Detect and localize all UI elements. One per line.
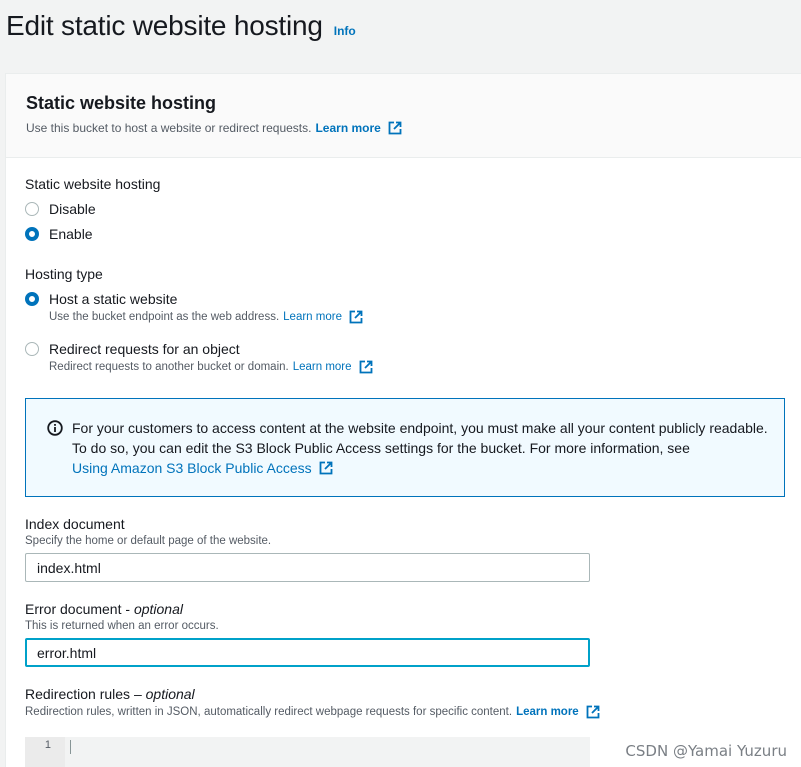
radio-enable[interactable]: Enable <box>25 226 93 242</box>
info-icon <box>47 420 63 436</box>
panel-description-text: Use this bucket to host a website or red… <box>26 121 312 135</box>
link-text[interactable]: Using Amazon S3 Block Public Access <box>72 458 312 478</box>
error-document-input[interactable]: error.html <box>25 638 590 667</box>
watermark: CSDN @Yamai Yuzuru <box>625 742 787 760</box>
radio-button[interactable] <box>25 342 39 356</box>
radio-redirect-description: Redirect requests to another bucket or d… <box>49 360 373 374</box>
description-text: Redirect requests to another bucket or d… <box>49 361 289 373</box>
page-title: Edit static website hosting <box>6 10 323 41</box>
radio-redirect[interactable]: Redirect requests for an object <box>25 341 240 357</box>
learn-more-link[interactable]: Learn more <box>293 361 352 373</box>
error-document-description: This is returned when an error occurs. <box>25 620 219 632</box>
hosting-label: Static website hosting <box>25 176 161 192</box>
label-text: Error document - <box>25 601 134 617</box>
external-link-icon[interactable] <box>586 705 600 719</box>
radio-host-static[interactable]: Host a static website <box>25 291 177 307</box>
radio-label: Redirect requests for an object <box>49 341 240 357</box>
redirection-rules-editor[interactable]: 1 <box>25 737 590 767</box>
hosting-type-label: Hosting type <box>25 266 103 282</box>
alert-text: For your customers to access content at … <box>72 418 772 478</box>
external-link-icon[interactable] <box>319 461 333 475</box>
index-document-input[interactable]: index.html <box>25 553 590 582</box>
radio-host-static-description: Use the bucket endpoint as the web addre… <box>49 310 363 324</box>
redirection-rules-label: Redirection rules – optional <box>25 686 195 702</box>
radio-label: Enable <box>49 226 93 242</box>
page-header: Edit static website hosting Info <box>6 10 356 42</box>
radio-button[interactable] <box>25 202 39 216</box>
radio-disable[interactable]: Disable <box>25 201 96 217</box>
index-document-description: Specify the home or default page of the … <box>25 535 272 547</box>
description-text: Redirection rules, written in JSON, auto… <box>25 706 513 718</box>
panel-title: Static website hosting <box>26 93 217 113</box>
error-document-label: Error document - optional <box>25 601 183 617</box>
redirection-rules-description: Redirection rules, written in JSON, auto… <box>25 705 600 719</box>
optional-text: optional <box>145 686 195 702</box>
info-link[interactable]: Info <box>334 24 356 38</box>
learn-more-link[interactable]: Learn more <box>283 311 342 323</box>
line-number-gutter: 1 <box>25 737 65 767</box>
alert-message: For your customers to access content at … <box>72 420 768 456</box>
description-text: Use the bucket endpoint as the web addre… <box>49 311 280 323</box>
learn-more-link[interactable]: Learn more <box>516 706 579 718</box>
external-link-icon[interactable] <box>388 121 402 135</box>
radio-button[interactable] <box>25 292 39 306</box>
info-alert: For your customers to access content at … <box>25 398 785 497</box>
external-link-icon[interactable] <box>359 360 373 374</box>
panel-header: Static website hosting Use this bucket t… <box>6 74 801 158</box>
panel-description: Use this bucket to host a website or red… <box>26 121 801 135</box>
optional-text: optional <box>133 601 183 617</box>
external-link-icon[interactable] <box>349 310 363 324</box>
index-document-label: Index document <box>25 516 125 532</box>
text-caret <box>70 740 71 754</box>
radio-label: Disable <box>49 201 96 217</box>
label-text: Redirection rules – <box>25 686 146 702</box>
radio-button[interactable] <box>25 227 39 241</box>
block-public-access-link[interactable]: Using Amazon S3 Block Public Access <box>72 458 333 478</box>
radio-label: Host a static website <box>49 291 178 307</box>
learn-more-link[interactable]: Learn more <box>315 121 380 135</box>
